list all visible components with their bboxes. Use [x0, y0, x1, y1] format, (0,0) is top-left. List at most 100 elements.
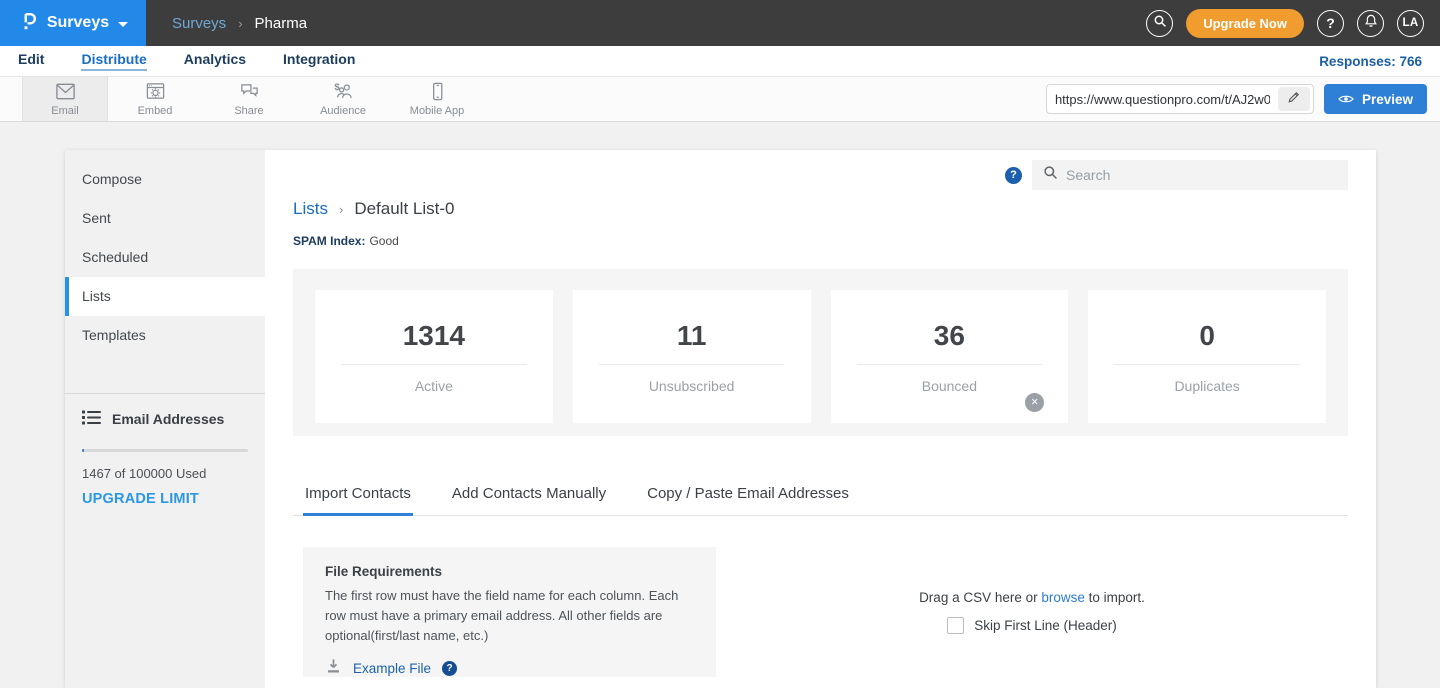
top-bar-actions: Upgrade Now ? LA	[1146, 9, 1440, 38]
list-breadcrumb: Lists › Default List-0	[293, 199, 1348, 219]
stat-divider	[1114, 364, 1299, 365]
pencil-icon	[1287, 90, 1301, 109]
toolbar-tab-label: Email	[51, 105, 79, 117]
search-input[interactable]	[1066, 167, 1337, 183]
toolbar-tab-embed[interactable]: Embed	[108, 77, 202, 121]
stat-label: Duplicates	[1174, 378, 1239, 394]
tab-import-contacts[interactable]: Import Contacts	[303, 476, 413, 516]
toolbar-tab-label: Embed	[138, 105, 173, 117]
responses-count[interactable]: Responses: 766	[1319, 54, 1422, 69]
usage-text: 1467 of 100000 Used	[82, 466, 248, 481]
avatar[interactable]: LA	[1397, 10, 1424, 37]
stat-value: 1314	[403, 320, 465, 352]
product-switcher[interactable]: Surveys	[0, 0, 146, 46]
tab-analytics[interactable]: Analytics	[184, 51, 246, 71]
skip-first-line-row: Skip First Line (Header)	[947, 617, 1117, 634]
import-contacts-panel: File Requirements The first row must hav…	[293, 547, 1348, 677]
file-requirements-box: File Requirements The first row must hav…	[303, 547, 716, 677]
tab-distribute[interactable]: Distribute	[81, 51, 146, 71]
drag-instruction: Drag a CSV here or browse to import.	[919, 590, 1145, 605]
page-background: Compose Sent Scheduled Lists Templates E…	[0, 150, 1440, 688]
top-bar: Surveys Surveys › Pharma Upgrade Now ? L…	[0, 0, 1440, 46]
help-button[interactable]: ?	[1317, 10, 1344, 37]
sidebar-item-sent[interactable]: Sent	[65, 199, 265, 238]
example-file-help-icon[interactable]: ?	[442, 661, 457, 676]
stat-label: Unsubscribed	[649, 378, 735, 394]
stat-card-bounced: 36 Bounced ✕	[831, 290, 1069, 423]
list-stats-panel: 1314 Active 11 Unsubscribed 36 Bounced ✕…	[293, 269, 1348, 436]
tab-add-contacts-manually[interactable]: Add Contacts Manually	[450, 476, 608, 516]
stat-card-active: 1314 Active	[315, 290, 553, 423]
breadcrumb: Surveys › Pharma	[172, 15, 307, 32]
list-icon	[82, 410, 101, 428]
stat-value: 36	[934, 320, 965, 352]
stat-card-duplicates: 0 Duplicates	[1088, 290, 1326, 423]
upgrade-now-button[interactable]: Upgrade Now	[1186, 9, 1304, 38]
toolbar-tab-audience[interactable]: $ Audience	[296, 77, 390, 121]
skip-first-line-label: Skip First Line (Header)	[974, 618, 1117, 633]
browse-link[interactable]: browse	[1041, 590, 1085, 605]
notifications-button[interactable]	[1357, 10, 1384, 37]
survey-url-input[interactable]	[1047, 92, 1278, 107]
tab-edit[interactable]: Edit	[18, 51, 44, 71]
file-requirements-title: File Requirements	[325, 564, 694, 579]
toolbar-tab-label: Mobile App	[410, 105, 464, 117]
embed-icon	[144, 81, 167, 102]
list-detail-main: ? Lists › Default List-0 SPAM Index:Good	[265, 150, 1376, 688]
search-button[interactable]	[1146, 10, 1173, 37]
product-name: Surveys	[47, 14, 109, 32]
stat-value: 0	[1199, 320, 1215, 352]
file-requirements-body: The first row must have the field name f…	[325, 586, 685, 646]
preview-label: Preview	[1362, 92, 1413, 107]
tab-copy-paste-email-addresses[interactable]: Copy / Paste Email Addresses	[645, 476, 851, 516]
stat-value: 11	[677, 320, 707, 352]
example-file-link[interactable]: Example File	[353, 661, 431, 676]
toolbar-tab-email[interactable]: Email	[22, 77, 108, 121]
sidebar-item-lists[interactable]: Lists	[65, 277, 265, 316]
stat-label: Active	[415, 378, 453, 394]
upgrade-limit-link[interactable]: UPGRADE LIMIT	[82, 491, 248, 507]
spam-index-value: Good	[369, 234, 398, 248]
lists-link[interactable]: Lists	[293, 199, 328, 219]
survey-url-field	[1046, 84, 1314, 114]
survey-nav: Edit Distribute Analytics Integration Re…	[0, 46, 1440, 76]
stat-label: Bounced	[922, 378, 977, 394]
toolbar-right: Preview	[1046, 77, 1440, 121]
toolbar-tab-share[interactable]: Share	[202, 77, 296, 121]
csv-dropzone[interactable]: Drag a CSV here or browse to import. Ski…	[716, 547, 1348, 677]
preview-button[interactable]: Preview	[1324, 84, 1427, 114]
breadcrumb-surveys-link[interactable]: Surveys	[172, 15, 226, 32]
email-sidebar: Compose Sent Scheduled Lists Templates E…	[65, 150, 265, 688]
audience-icon: $	[332, 81, 355, 102]
email-addresses-title: Email Addresses	[112, 411, 224, 427]
breadcrumb-survey-name: Pharma	[255, 15, 308, 32]
stat-divider	[341, 364, 526, 365]
sidebar-item-templates[interactable]: Templates	[65, 316, 265, 355]
download-icon	[325, 658, 342, 679]
question-icon: ?	[1326, 15, 1335, 31]
stat-divider	[857, 364, 1042, 365]
tab-integration[interactable]: Integration	[283, 51, 355, 71]
email-addresses-panel: Email Addresses 1467 of 100000 Used UPGR…	[65, 394, 265, 523]
toolbar-tab-label: Share	[234, 105, 263, 117]
dismiss-bounced-icon[interactable]: ✕	[1025, 393, 1044, 412]
search-box	[1032, 160, 1348, 190]
toolbar-tab-mobile-app[interactable]: Mobile App	[390, 77, 484, 121]
email-icon	[54, 81, 77, 102]
sidebar-item-compose[interactable]: Compose	[65, 160, 265, 199]
sidebar-item-scheduled[interactable]: Scheduled	[65, 238, 265, 277]
spam-index-row: SPAM Index:Good	[293, 234, 1348, 248]
mobile-app-icon	[426, 81, 449, 102]
content-card: Compose Sent Scheduled Lists Templates E…	[65, 150, 1376, 688]
stat-card-unsubscribed: 11 Unsubscribed	[573, 290, 811, 423]
skip-first-line-checkbox[interactable]	[947, 617, 964, 634]
caret-down-icon	[118, 22, 128, 27]
usage-progress-bar	[82, 449, 248, 452]
search-row: ?	[293, 160, 1348, 190]
current-list-name: Default List-0	[354, 199, 454, 219]
edit-url-button[interactable]	[1278, 87, 1310, 111]
questionpro-logo-icon	[18, 10, 38, 37]
usage-progress-fill	[82, 449, 84, 452]
help-icon[interactable]: ?	[1005, 167, 1022, 184]
chevron-right-icon: ›	[339, 202, 343, 217]
